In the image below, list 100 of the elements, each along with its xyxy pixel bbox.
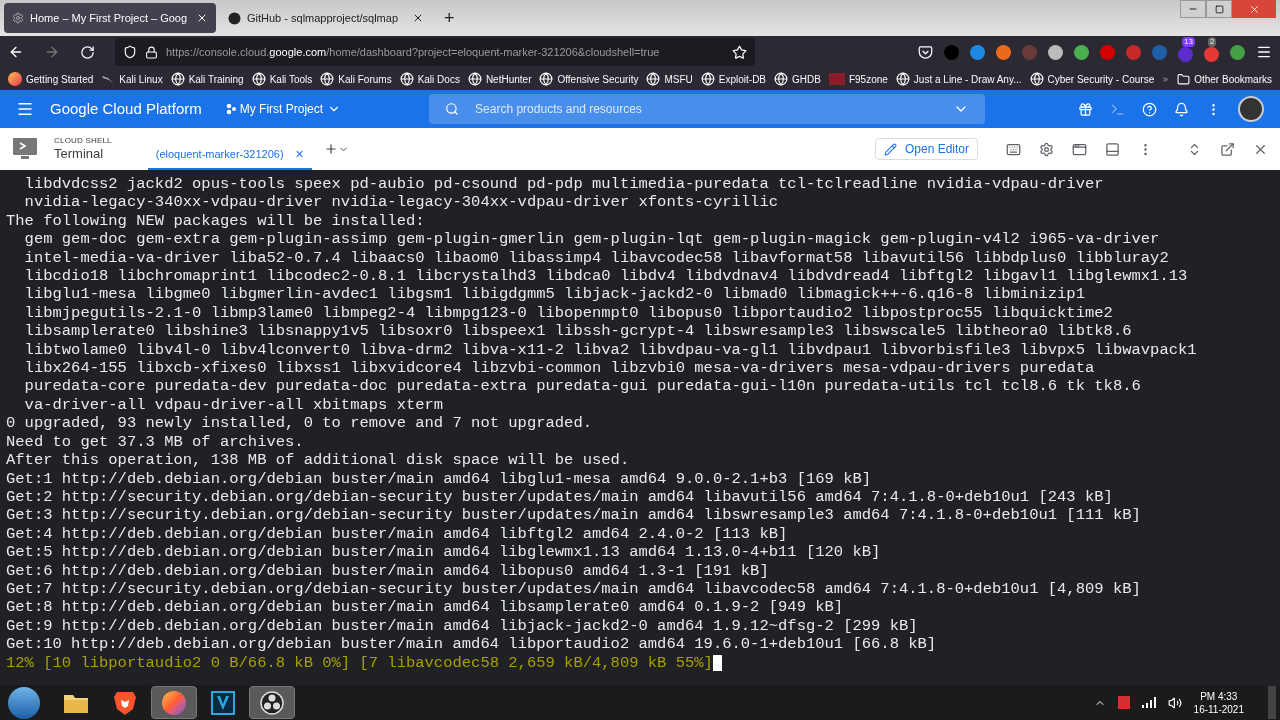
terminal-line: libmjpegutils-2.1-0 libmp3lame0 libmpeg2-4 libmpg123-0 libopenmpt0 libopus0 libportaudio2 libpostproc55 libquicktime2 <box>23 303 1113 323</box>
close-icon[interactable] <box>196 12 208 24</box>
terminal-line: Get:9 http://deb.debian.org/debian buster/main amd64 libjack-jackd2-0 amd64 1.9.12~dfsg-2 [299 kB] <box>6 616 918 636</box>
volume-icon[interactable] <box>1167 695 1182 710</box>
maximize-button[interactable] <box>1206 0 1232 18</box>
terminal-panel[interactable] <box>0 170 1280 685</box>
web-preview-icon[interactable] <box>1072 141 1087 157</box>
help-icon[interactable] <box>1142 101 1157 117</box>
bookmark-link[interactable]: Kali Docs <box>399 71 460 87</box>
pencil-icon <box>883 142 897 156</box>
section-label: CLOUD SHELL <box>54 135 112 146</box>
progress-line: 12% [10 libportaudio2 0 B/66.8 kB 0%] [7 libavcodec58 2,659 kB/4,809 kB 55%] <box>6 653 713 672</box>
menu-icon[interactable] <box>1256 44 1272 60</box>
close-icon[interactable] <box>412 12 424 24</box>
layout-icon[interactable] <box>1105 141 1120 157</box>
taskbar-app[interactable] <box>249 686 295 719</box>
extension-icon[interactable] <box>1048 44 1063 60</box>
globe-icon <box>646 72 661 86</box>
settings-icon[interactable] <box>1039 141 1054 157</box>
keyboard-icon[interactable] <box>1006 141 1021 157</box>
start-button[interactable] <box>8 686 40 719</box>
terminal-line: libsamplerate0 libshine3 libsnappy1v5 libsoxr0 libspeex1 libssh-gcrypt-4 libswresample3 libswscale5 libtheora0 libtk8.6 <box>23 322 1132 341</box>
bookmark-link[interactable]: Cyber Security - Course <box>1029 71 1155 87</box>
bookmark-link[interactable]: Kali Training <box>170 71 244 87</box>
terminal-line: libx264-155 libxcb-xfixes0 libxss1 libxvidcore4 libzvbi-common libzvbi0 mesa-va-drivers mesa-vdpau-drivers puredata <box>23 359 1095 378</box>
globe-icon <box>170 72 185 86</box>
tab-close[interactable]: × <box>295 143 304 165</box>
globe-icon <box>895 72 910 86</box>
url-text: https://console.cloud.google.com/home/dashboard?project=eloquent-marker-321206&cloudshell=true <box>166 44 661 60</box>
project-picker[interactable]: My First Project <box>225 100 342 118</box>
terminal-line: Get:3 http://security.debian.org/debian-security buster/updates/main amd64 libswresample3 amd64 7:4.1.8-0+deb10u1 [111 kB] <box>6 506 1141 525</box>
browser-tab[interactable]: Home – My First Project – Goog <box>4 3 216 33</box>
bookmark-link[interactable]: Offensive Security <box>539 71 639 87</box>
bookmark-link[interactable]: Kali Forums <box>320 71 392 87</box>
browser-tab[interactable]: GitHub - sqlmapproject/sqlmap <box>220 3 432 33</box>
globe-icon <box>251 72 266 86</box>
terminal-line: va-driver-all vdpau-driver-all xbitmaps xterm <box>23 395 444 415</box>
terminal-line: Get:5 http://deb.debian.org/debian buster/main amd64 libglewmx1.13 amd64 1.13.0-4+b11 [120 kB] <box>6 543 881 562</box>
terminal-line: intel-media-va-driver liba52-0.7.4 libaacs0 libaom0 libassimp4 libavcodec58 libavformat58 libavutil56 libbdplus0 libbluray2 <box>23 248 1169 268</box>
bookmark-link[interactable]: Kali Tools <box>251 71 313 87</box>
globe-icon <box>539 72 554 86</box>
new-window-icon[interactable] <box>1220 141 1235 157</box>
terminal-line: libcdio18 libchromaprint1 libcodec2-0.8.1 libcrystalhd3 libdca0 libdv4 libdvdnav4 libdvdread4 libftgl2 libgavl1 libglewmx1.13 <box>23 267 1188 286</box>
gift-icon[interactable] <box>1078 101 1093 117</box>
search-icon <box>445 102 460 116</box>
terminal-line: Get:10 http://deb.debian.org/debian buster/main amd64 libportaudio2 amd64 19.6.0-1+deb10u1 [66.8 kB] <box>6 635 937 654</box>
folder-icon <box>1177 72 1191 86</box>
lion-icon <box>113 689 137 716</box>
extension-icon[interactable] <box>1230 44 1245 60</box>
extension-icon[interactable] <box>996 44 1011 60</box>
bookmark-folder[interactable]: Other Bookmarks <box>1177 71 1272 87</box>
v-logo-icon <box>211 690 235 715</box>
bookmark-link[interactable]: MSFU <box>646 71 693 87</box>
minimize-button[interactable] <box>1180 0 1206 18</box>
signal-icon[interactable] <box>1141 697 1156 708</box>
terminal-line: Get:2 http://security.debian.org/debian-security buster/updates/main amd64 libavutil56 amd64 7:4.1.8-0+deb10u1 [243 kB] <box>6 487 1113 507</box>
bookmark-link[interactable]: NetHunter <box>467 71 532 87</box>
back-icon[interactable] <box>8 44 24 60</box>
globe-icon <box>774 72 789 86</box>
terminal-line: libdvdcss2 jackd2 opus-tools speex pd-aubio pd-csound pd-pdp multimedia-puredata tcl-tclreadline nvidia-vdpau-driver <box>23 175 1104 194</box>
forward-icon[interactable] <box>44 44 60 60</box>
clock[interactable]: PM 4:33 16-11-2021 <box>1193 689 1244 716</box>
add-icon[interactable] <box>323 142 338 156</box>
extension-icon[interactable] <box>970 44 985 60</box>
tab-title: GitHub - sqlmapproject/sqlmap <box>247 10 399 26</box>
bookmark-link[interactable]: Exploit-DB <box>700 71 767 87</box>
gear-icon <box>12 12 24 24</box>
new-tab-button[interactable]: + <box>436 4 463 32</box>
open-editor-button[interactable]: Open Editor <box>874 138 978 160</box>
globe-icon <box>1029 72 1044 86</box>
product-title: Google Cloud Platform <box>50 98 202 119</box>
maximize-icon <box>1214 4 1224 14</box>
avatar[interactable] <box>1238 96 1264 122</box>
search-placeholder: Search products and resources <box>475 101 643 118</box>
firefox-icon <box>8 72 22 86</box>
terminal-line: After this operation, 138 MB of additional disk space will be used. <box>6 451 630 470</box>
terminal-line: 0 upgraded, 93 newly installed, 0 to remove and 7 not upgraded. <box>6 414 592 433</box>
bookmark-link[interactable]: Just a Line - Draw Any... <box>895 71 1022 87</box>
reload-icon[interactable] <box>80 44 95 60</box>
extension-icon[interactable] <box>1074 44 1089 60</box>
globe-icon <box>320 72 335 86</box>
star-icon[interactable] <box>732 44 747 60</box>
shield-icon <box>123 45 137 59</box>
globe-icon <box>467 72 482 86</box>
terminal-line: Get:7 http://security.debian.org/debian-security buster/updates/main amd64 libavcodec58 amd64 7:4.1.8-0+deb10u1 [4,809 kB] <box>6 579 1141 599</box>
bookmark-link[interactable]: Kali Linux <box>101 71 163 87</box>
close-icon <box>1248 3 1260 15</box>
dots-icon <box>225 103 236 115</box>
logo-icon <box>828 73 845 85</box>
bookmark-link[interactable]: Getting Started <box>8 71 94 87</box>
pocket-icon[interactable] <box>918 44 933 60</box>
tab-title: Home – My First Project – Goog <box>30 10 189 26</box>
address-bar[interactable]: https://console.cloud.google.com/home/dashboard?project=eloquent-marker-321206&cloudshell=true <box>115 38 755 66</box>
notifications-icon[interactable] <box>1174 101 1189 117</box>
terminal-line: Get:4 http://deb.debian.org/debian buster/main amd64 libftgl2 amd64 2.4.0-2 [113 kB] <box>6 524 788 544</box>
terminal-line: Get:6 http://deb.debian.org/debian buster/main amd64 libopus0 amd64 1.3-1 [191 kB] <box>6 561 769 580</box>
terminal-line: The following NEW packages will be installed: <box>6 211 425 231</box>
extension-icon[interactable] <box>1204 46 1219 62</box>
bookmark-link[interactable]: F95zone <box>828 71 888 87</box>
bookmark-link[interactable]: GHDB <box>774 71 821 87</box>
